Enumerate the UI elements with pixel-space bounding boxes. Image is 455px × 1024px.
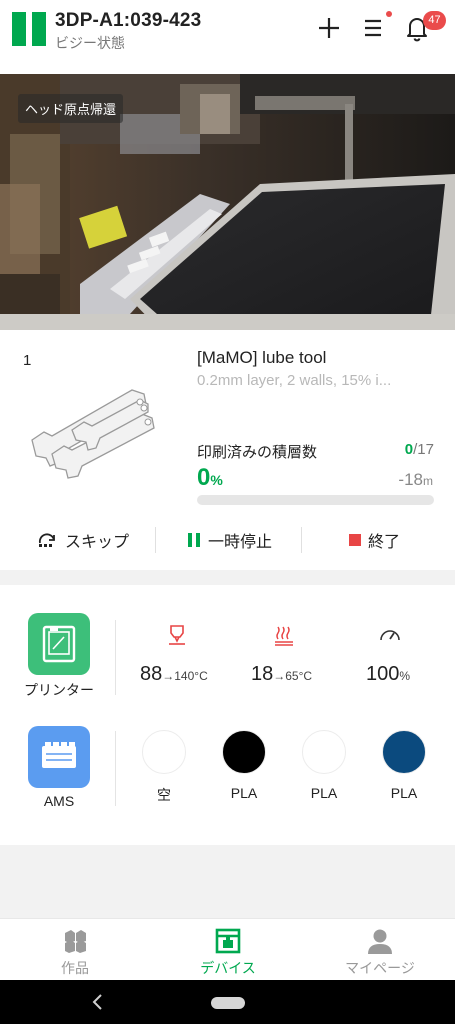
speed-gauge-icon [380,630,400,641]
device-status-card: プリンター 88→140°C 18→65°C 100% AMS 空 PLA PL… [0,585,455,845]
layers-total: /17 [413,441,434,458]
devices-icon [215,928,241,954]
ams-slot-4-swatch[interactable] [382,730,426,774]
layers-count: 0/17 [405,441,434,458]
tab-mypage[interactable]: マイページ [320,919,440,981]
home-pill[interactable] [211,997,245,1009]
ams-slot-2-swatch[interactable] [222,730,266,774]
tab-works[interactable]: 作品 [15,919,135,981]
skip-icon [38,533,55,547]
speed-value: 100 [366,663,400,685]
notification-badge: 47 [423,11,446,30]
ams-slot-3-swatch[interactable] [302,730,346,774]
bed-temp-target: →65°C [273,669,313,683]
bed-temp-icon [275,626,293,646]
printer-label: プリンター [24,682,94,698]
printer-name[interactable]: 3DP-A1:039-423 [55,10,201,32]
tab-works-label: 作品 [61,960,89,976]
bed-temp-value: 18 [251,663,274,685]
model-thumbnail [31,389,155,479]
tab-devices-label: デバイス [200,960,256,976]
pause-icon [188,533,200,547]
stop-label: 終了 [368,534,401,551]
speed-unit: % [399,669,411,683]
bottom-tab-bar: 作品 デバイス マイページ [0,918,455,980]
layers-label: 印刷済みの積層数 [197,444,318,461]
ams-tile[interactable] [28,726,90,788]
back-icon[interactable] [90,992,104,1012]
printer-icon [42,625,76,663]
remaining-value: -18 [398,470,423,489]
tab-mypage-label: マイページ [345,960,415,976]
bambu-logo-icon [12,12,46,46]
skip-button[interactable]: スキップ [37,520,129,560]
printer-status-text: ビジー状態 [55,35,125,51]
ams-slot-2-label: PLA [230,785,258,801]
stop-button[interactable]: 終了 [348,520,400,560]
nozzle-temperature: 88→140°C [140,663,208,686]
tab-devices[interactable]: デバイス [168,919,288,981]
job-name: [MaMO] lube tool [197,348,327,367]
menu-alert-dot [386,11,392,17]
nozzle-temp-value: 88 [140,663,163,685]
progress-unit: % [210,472,223,488]
divider [155,527,156,553]
remaining-unit: m [423,474,433,488]
ams-slot-4-label: PLA [390,785,418,801]
ams-slot-1-label: 空 [157,787,171,803]
bed-temperature: 18→65°C [251,663,312,686]
progress-bar [197,495,434,505]
add-icon[interactable] [315,14,343,42]
ams-slot-3-label: PLA [310,785,338,801]
stop-icon [349,534,361,546]
divider [115,620,116,695]
ams-icon [42,742,76,768]
printer-tile[interactable] [28,613,90,675]
nozzle-temp-icon [169,625,185,645]
job-controls: スキップ 一時停止 終了 [0,520,455,560]
pause-label: 一時停止 [208,534,273,551]
top-bar: 3DP-A1:039-423 ビジー状態 47 [0,0,455,74]
skip-label: スキップ [65,534,130,551]
progress-value: 0 [197,464,211,491]
ams-label: AMS [43,793,75,809]
print-speed[interactable]: 100% [366,663,410,686]
nozzle-temp-target: →140°C [162,669,208,683]
camera-status-label: ヘッド原点帰還 [18,94,124,123]
camera-view[interactable]: ヘッド原点帰還 [0,74,455,330]
user-icon [368,929,392,954]
menu-icon[interactable] [360,14,388,42]
pause-button[interactable]: 一時停止 [186,520,272,560]
plate-number: 1 [23,352,32,369]
job-description: 0.2mm layer, 2 walls, 15% i... [197,372,392,389]
print-job-card: 1 [MaMO] lube tool 0.2mm layer, 2 walls,… [0,330,455,570]
ams-slot-1-swatch[interactable] [142,730,186,774]
remaining-time: -18m [398,470,433,490]
layers-current: 0 [404,441,414,458]
works-icon [65,930,86,953]
divider [115,731,116,806]
divider [301,527,302,553]
system-navigation-bar [0,980,455,1024]
progress-percent: 0% [197,464,223,492]
